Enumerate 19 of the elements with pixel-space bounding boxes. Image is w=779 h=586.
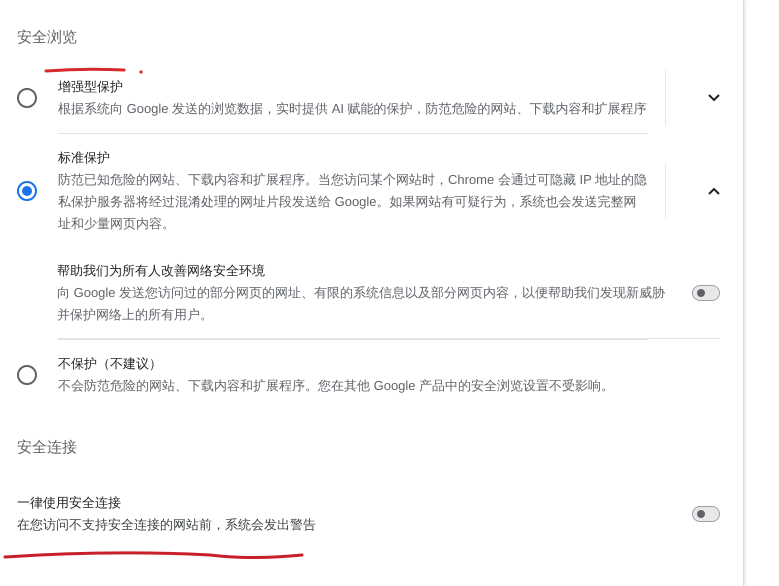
chevron-up-icon	[708, 186, 720, 194]
setting-title: 一律使用安全连接	[17, 494, 122, 512]
radio-button[interactable]	[17, 180, 37, 200]
option-title: 标准保护	[58, 149, 111, 167]
option-description: 根据系统向 Google 发送的浏览数据，实时提供 AI 赋能的保护，防范危险的网站、下载内容和扩展程序	[58, 100, 648, 118]
option-title: 不保护（不建议）	[58, 355, 163, 373]
radio-button[interactable]	[17, 88, 37, 108]
setting-description: 向 Google 发送您访问过的部分网页的网址、有限的系统信息以及部分网页内容，以便帮助我们发现新威胁并保护网络上的所有用户。	[57, 284, 666, 324]
option-title: 增强型保护	[58, 78, 124, 96]
option-description: 防范已知危险的网站、下载内容和扩展程序。当您访问某个网站时，Chrome 会通过可隐藏 IP 地址的隐私保护服务器将经过混淆处理的网址片段发送给 Google。如果网站有可疑行为，系统也会发送完整网址和少量网页内容。	[58, 171, 648, 233]
toggle-switch[interactable]	[692, 506, 720, 522]
setting-title: 帮助我们为所有人改善网络安全环境	[57, 262, 266, 280]
toggle-switch[interactable]	[692, 285, 720, 301]
section-title: 安全连接	[16, 438, 78, 458]
chevron-down-icon	[708, 94, 720, 102]
section-title: 安全浏览	[16, 28, 78, 48]
setting-description: 在您访问不支持安全连接的网站前，系统会发出警告	[17, 516, 317, 534]
option-description: 不会防范危险的网站、下载内容和扩展程序。您在其他 Google 产品中的安全浏览设置不受影响。	[58, 377, 616, 395]
radio-button[interactable]	[17, 364, 37, 384]
